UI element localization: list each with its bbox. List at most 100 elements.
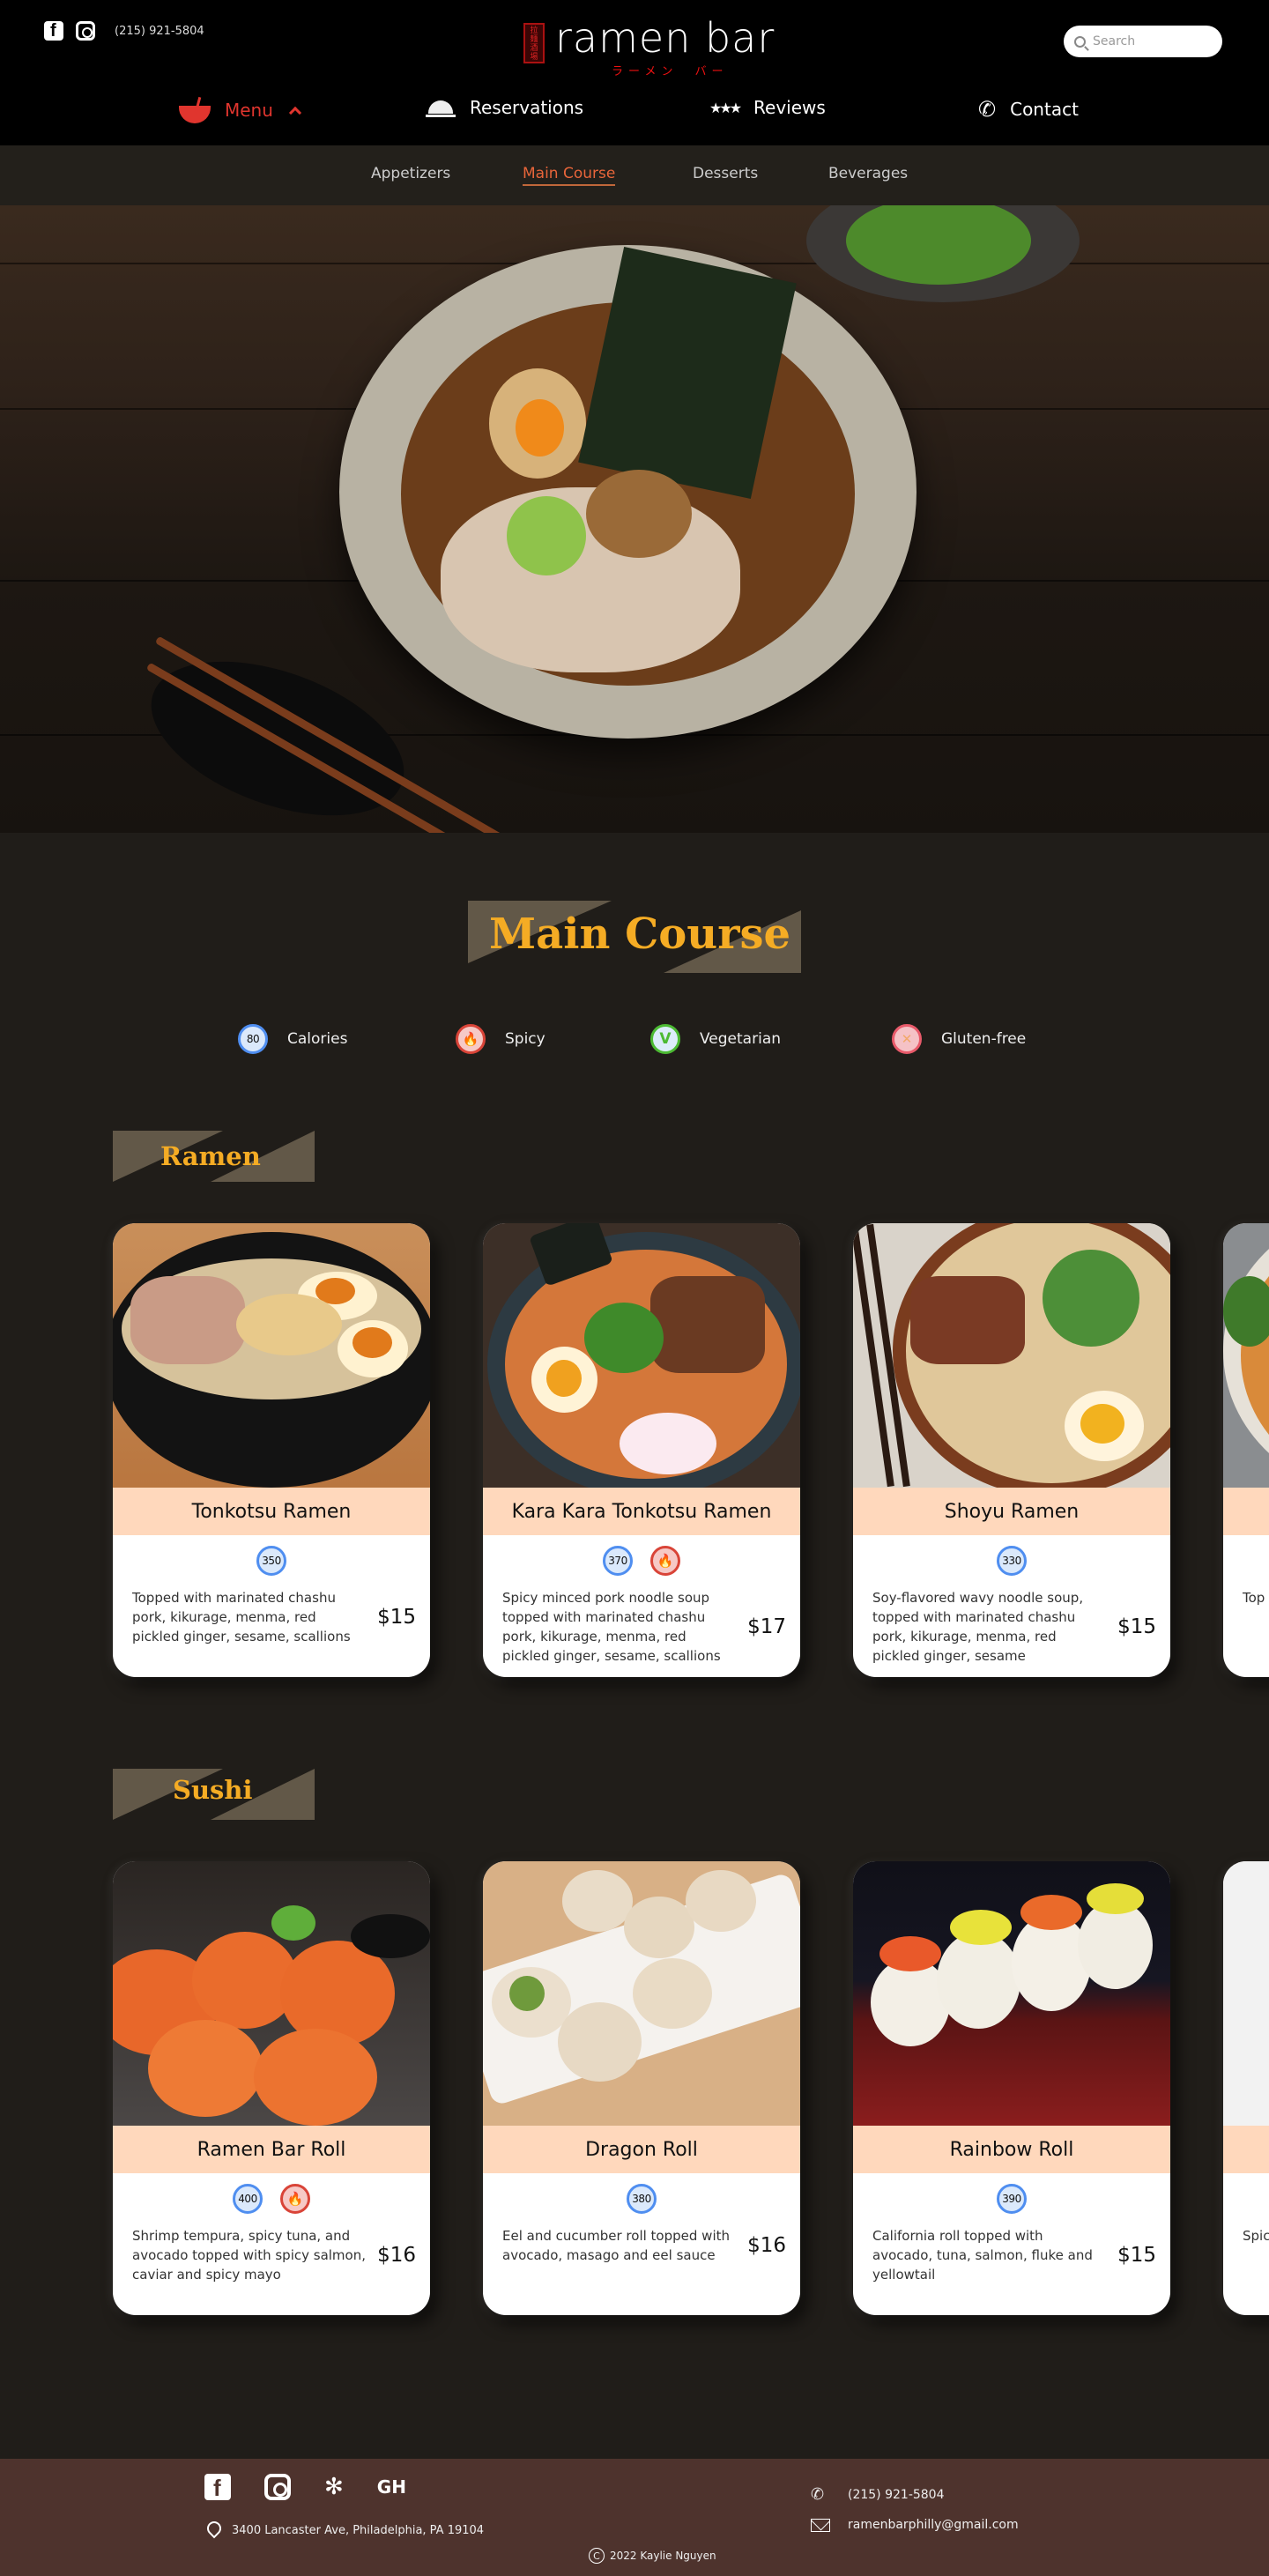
search-input[interactable]: [1093, 34, 1207, 48]
site-footer: ✻ GH 3400 Lancaster Ave, Philadelphia, P…: [0, 2459, 1269, 2576]
nav-item-menu[interactable]: Menu: [179, 97, 301, 123]
facebook-icon[interactable]: [204, 2474, 231, 2502]
dish-name: Tonkotsu Ramen: [113, 1488, 430, 1535]
sushi-piece: [562, 1870, 633, 1932]
microgreens: [1043, 1250, 1139, 1347]
masago: [1087, 1883, 1144, 1914]
dietary-legend: 80 Calories 🔥 Spicy V Vegetarian ✕ Glute…: [0, 1024, 1269, 1059]
legend-calories: 80 Calories: [238, 1024, 347, 1054]
sushi-roll: [148, 2020, 263, 2117]
yelp-icon[interactable]: ✻: [324, 2474, 344, 2500]
sushi-roll: [254, 2029, 377, 2126]
chevron-up-icon[interactable]: [288, 106, 301, 120]
dish-price: $16: [377, 2244, 416, 2267]
legend-vegetarian: V Vegetarian: [650, 1024, 781, 1054]
footer-phone[interactable]: (215) 921-5804: [848, 2488, 945, 2502]
dish-price: $15: [1117, 1615, 1156, 1638]
narutomaki: [620, 1413, 716, 1474]
subnav-desserts[interactable]: Desserts: [693, 165, 758, 182]
pork-belly: [910, 1276, 1025, 1364]
cucumber: [509, 1976, 545, 2011]
sushi-card-row: Ramen Bar Roll 400 🔥 Shrimp tempura, spi…: [113, 1861, 1269, 2315]
grubhub-icon[interactable]: GH: [377, 2476, 406, 2498]
yolk: [1080, 1404, 1124, 1444]
subnav-beverages[interactable]: Beverages: [828, 165, 908, 182]
nav-item-label: Menu: [225, 100, 273, 121]
dish-name: Kara Kara Tonkotsu Ramen: [483, 1488, 800, 1535]
page-title: Main Course: [489, 909, 791, 959]
dish-photo: [483, 1223, 800, 1488]
nav-item-reservations[interactable]: Reservations: [426, 97, 583, 118]
phone-icon: ✆: [978, 97, 997, 122]
pork-belly: [650, 1276, 765, 1373]
dish-description: Spic cuc salm: [1243, 2228, 1269, 2244]
stars-icon: ★★★: [709, 99, 742, 116]
sauce-dish: [351, 1914, 430, 1958]
facebook-icon[interactable]: [44, 21, 63, 41]
dish-name: Shoyu Ramen: [853, 1488, 1170, 1535]
sushi-piece: [1078, 1901, 1153, 1989]
menu-card[interactable]: Tonkotsu Ramen 350 Topped with marinated…: [113, 1223, 430, 1677]
dish-description: Eel and cucumber roll topped with avocad…: [502, 2228, 730, 2263]
instagram-icon[interactable]: [76, 21, 95, 41]
menu-card[interactable]: Top por nar sca: [1223, 1223, 1269, 1677]
fire-icon: 🔥: [650, 1546, 680, 1576]
sushi-piece: [633, 1958, 712, 2029]
nav-item-reviews[interactable]: ★★★ Reviews: [709, 97, 826, 118]
dish-badges: [1223, 1546, 1269, 1579]
mail-icon: [811, 2518, 830, 2532]
section-title: Sushi: [173, 1775, 253, 1805]
menu-card[interactable]: Spic cuc salm: [1223, 1861, 1269, 2315]
sushi-piece: [624, 1897, 694, 1958]
footer-email[interactable]: ramenbarphilly@gmail.com: [848, 2518, 1019, 2532]
dish-description: California roll topped with avocado, tun…: [872, 2228, 1093, 2283]
menu-card[interactable]: Shoyu Ramen 330 Soy-flavored wavy noodle…: [853, 1223, 1170, 1677]
menu-card[interactable]: Dragon Roll 380 Eel and cucumber roll to…: [483, 1861, 800, 2315]
calories-badge: 390: [997, 2184, 1027, 2214]
calories-badge: 400: [233, 2184, 263, 2214]
copyright: C 2022 Kaylie Nguyen: [589, 2548, 716, 2564]
site-header: (215) 921-5804 拉麺酒場 ramen bar ラーメン バー Me…: [0, 0, 1269, 145]
dish-description: Topped with marinated chashu pork, kikur…: [132, 1590, 351, 1644]
dish-price: $15: [1117, 2244, 1156, 2267]
logo[interactable]: 拉麺酒場 ramen bar ラーメン バー: [523, 18, 775, 78]
menu-card[interactable]: Kara Kara Tonkotsu Ramen 370 🔥 Spicy min…: [483, 1223, 800, 1677]
dish-name: [1223, 2126, 1269, 2173]
header-phone[interactable]: (215) 921-5804: [115, 25, 204, 38]
subnav-appetizers[interactable]: Appetizers: [371, 165, 450, 182]
garnish: [271, 1905, 315, 1941]
table-bg: [1223, 1861, 1269, 2126]
menu-card[interactable]: Rainbow Roll 390 California roll topped …: [853, 1861, 1170, 2315]
dish-description: Top por nar sca: [1243, 1590, 1269, 1606]
footer-address: 3400 Lancaster Ave, Philadelphia, PA 191…: [207, 2521, 484, 2539]
nav-item-contact[interactable]: ✆ Contact: [978, 97, 1079, 122]
dish-photo: [113, 1861, 430, 2126]
vegetarian-leaf-icon: V: [650, 1024, 680, 1054]
dish-price: $17: [747, 1615, 786, 1638]
calories-badge: 380: [627, 2184, 657, 2214]
calories-badge: 350: [256, 1546, 286, 1576]
main-nav: Menu Reservations ★★★ Reviews ✆ Contact: [0, 97, 1269, 132]
sushi-piece: [558, 2002, 642, 2082]
dish-description: Shrimp tempura, spicy tuna, and avocado …: [132, 2228, 366, 2283]
sushi-piece: [686, 1870, 756, 1932]
dish-badges: 400 🔥: [113, 2184, 430, 2217]
dish-badges: 370 🔥: [483, 1546, 800, 1579]
copyright-text: 2022 Kaylie Nguyen: [610, 2550, 716, 2562]
dish-name: Dragon Roll: [483, 2126, 800, 2173]
fire-icon: 🔥: [280, 2184, 310, 2214]
instagram-icon[interactable]: [264, 2474, 291, 2500]
section-title: Ramen: [160, 1141, 261, 1171]
subnav-main-course[interactable]: Main Course: [523, 165, 616, 186]
dish-badges: 380: [483, 2184, 800, 2217]
egg-yolk: [516, 399, 564, 457]
hero-image: [0, 205, 1269, 833]
calories-badge: 330: [997, 1546, 1027, 1576]
search-box[interactable]: [1064, 26, 1222, 57]
dish-badges: 390: [853, 2184, 1170, 2217]
menu-card[interactable]: Ramen Bar Roll 400 🔥 Shrimp tempura, spi…: [113, 1861, 430, 2315]
noodles: [236, 1294, 342, 1355]
ramen-card-row: Tonkotsu Ramen 350 Topped with marinated…: [113, 1223, 1269, 1677]
dish-name: Ramen Bar Roll: [113, 2126, 430, 2173]
ramen-bowl-icon: [179, 97, 211, 123]
